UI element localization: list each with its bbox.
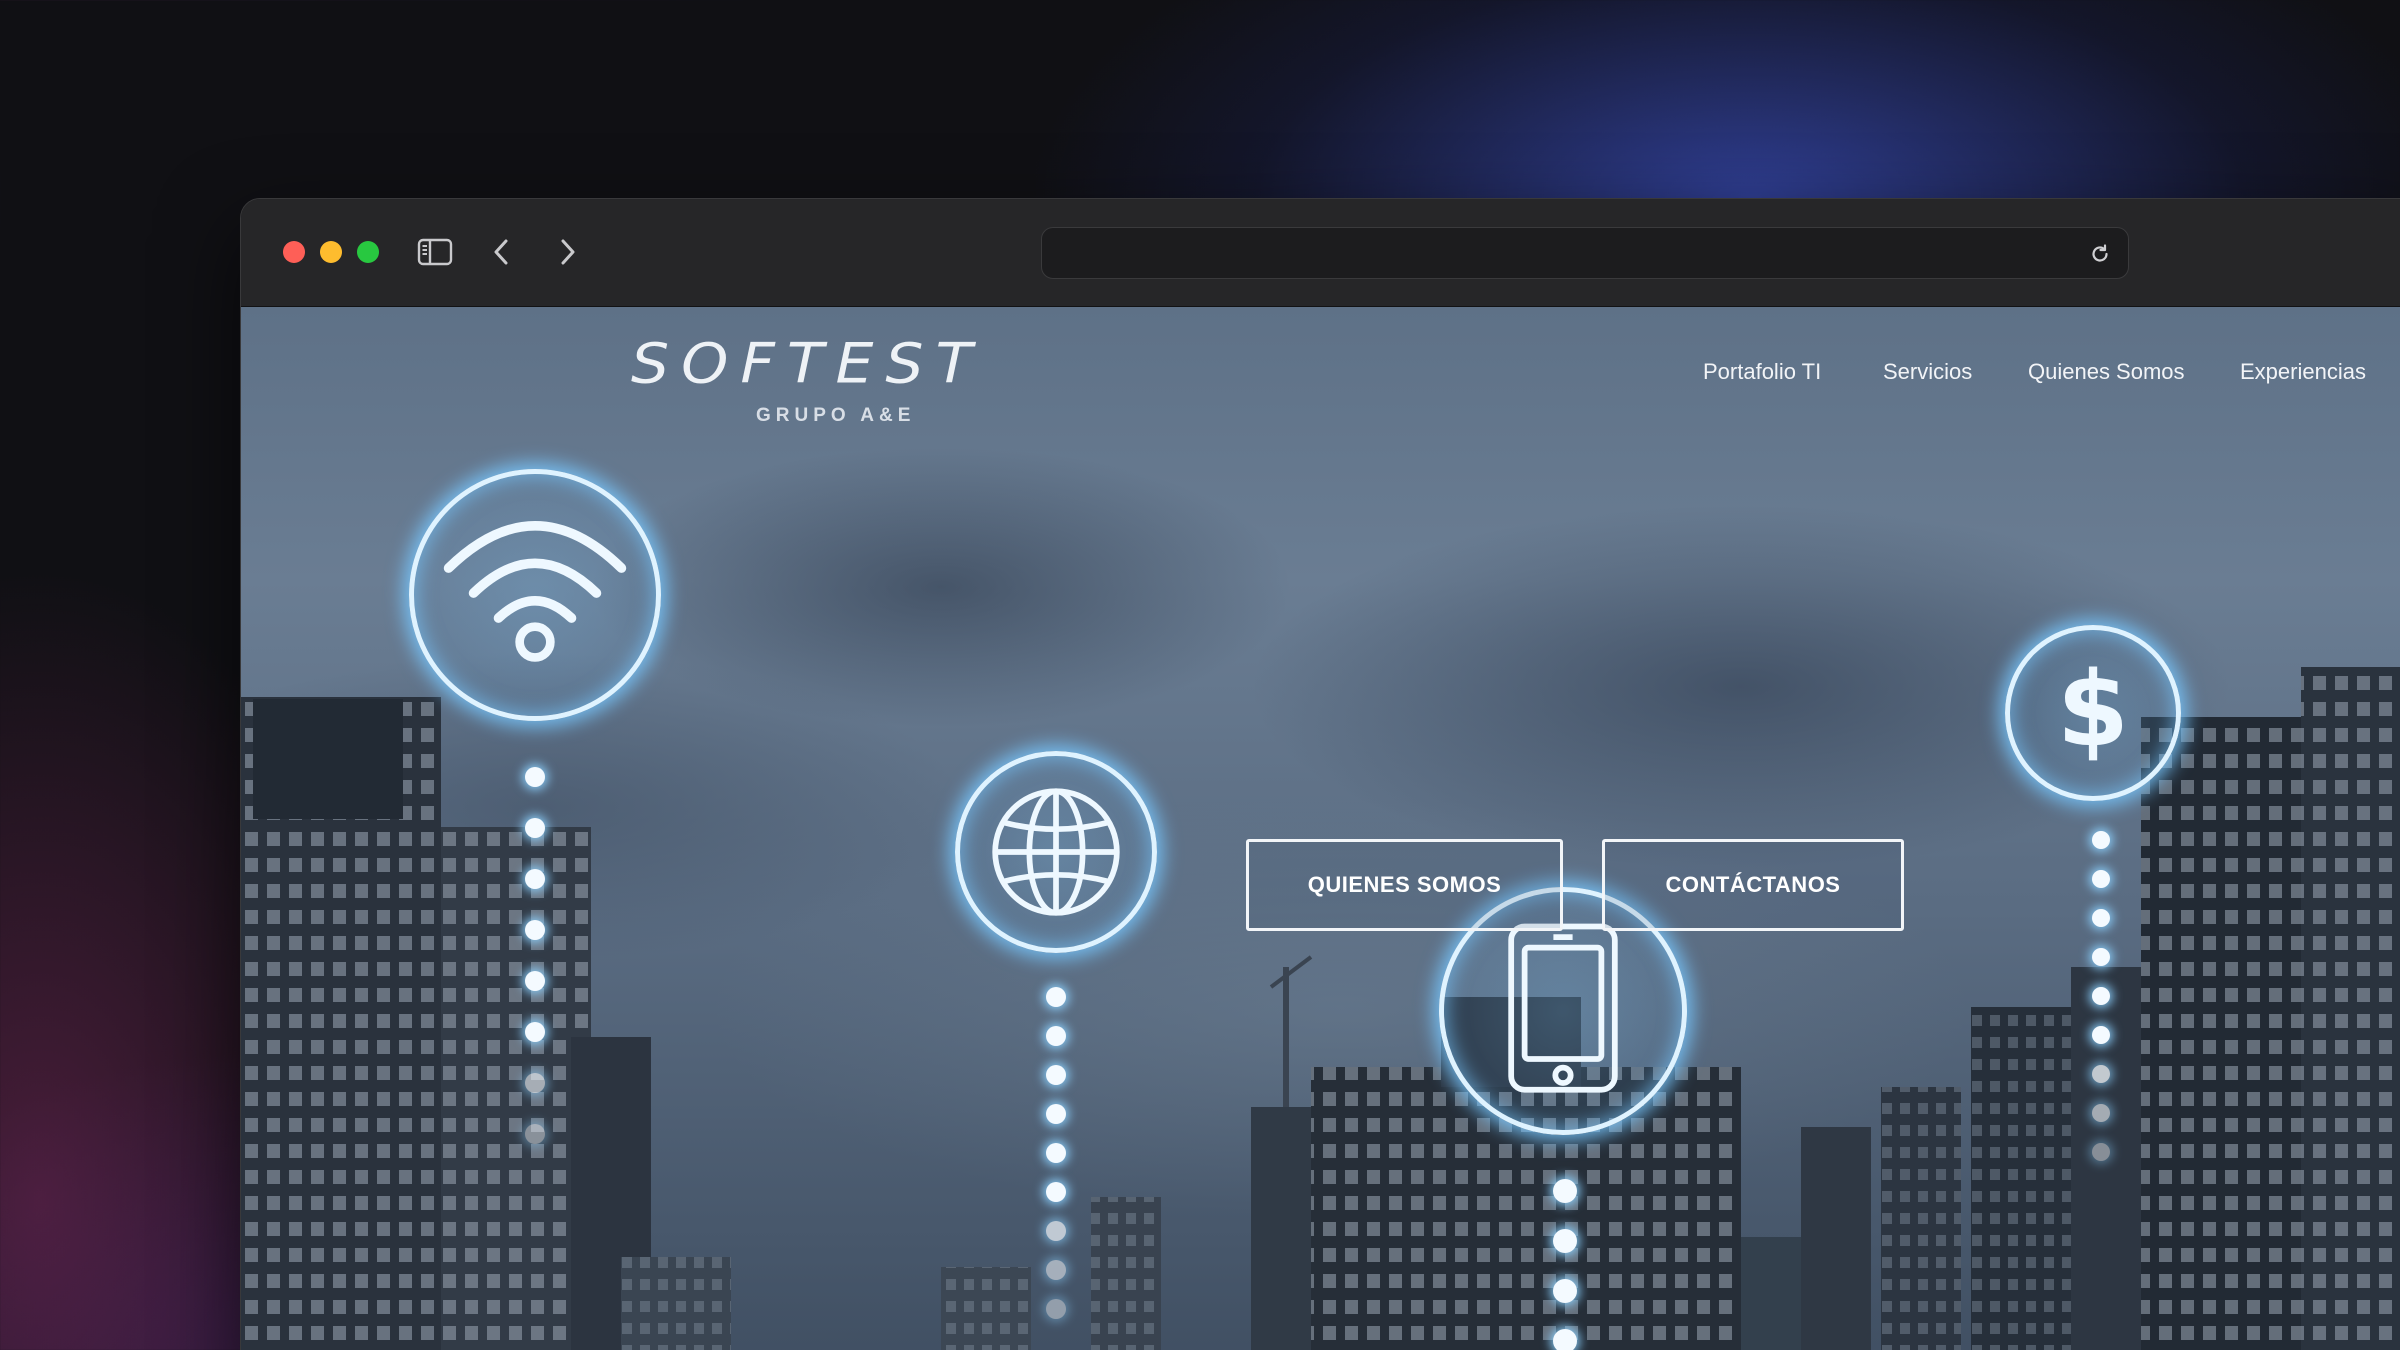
wifi-dot-trail <box>525 767 545 1350</box>
page-viewport: SOFTEST GRUPO A&E Portafolio TI Servicio… <box>241 307 2400 1350</box>
logo-wordmark: SOFTEST <box>631 331 985 397</box>
city-skyline-image <box>241 667 2400 1350</box>
url-input[interactable] <box>1062 228 2042 278</box>
address-bar[interactable] <box>1041 227 2129 279</box>
quienes-somos-button[interactable]: QUIENES SOMOS <box>1246 839 1563 931</box>
site-logo[interactable]: SOFTEST GRUPO A&E <box>631 329 1031 429</box>
chevron-right-icon[interactable] <box>545 229 591 275</box>
close-window-button[interactable] <box>283 241 305 263</box>
globe-dot-trail <box>1046 987 1066 1350</box>
contactanos-button[interactable]: CONTÁCTANOS <box>1602 839 1904 931</box>
nav-link-servicios[interactable]: Servicios <box>1883 359 1972 385</box>
tablet-dot-trail <box>1553 1179 1577 1350</box>
logo-tagline: GRUPO A&E <box>756 405 916 426</box>
reload-icon[interactable] <box>2086 240 2114 268</box>
browser-window: SOFTEST GRUPO A&E Portafolio TI Servicio… <box>240 198 2400 1350</box>
sidebar-toggle-icon[interactable] <box>412 229 458 275</box>
browser-toolbar <box>241 199 2400 307</box>
dollar-dot-trail <box>2092 831 2112 1251</box>
minimize-window-button[interactable] <box>320 241 342 263</box>
nav-link-quienes-somos[interactable]: Quienes Somos <box>2028 359 2185 385</box>
wifi-icon <box>409 469 661 721</box>
nav-link-portafolio-ti[interactable]: Portafolio TI <box>1703 359 1821 385</box>
maximize-window-button[interactable] <box>357 241 379 263</box>
chevron-left-icon[interactable] <box>478 229 524 275</box>
svg-text:$: $ <box>2057 650 2129 770</box>
nav-link-experiencias[interactable]: Experiencias <box>2240 359 2366 385</box>
dollar-icon: $ <box>2005 625 2181 801</box>
globe-icon <box>955 751 1157 953</box>
